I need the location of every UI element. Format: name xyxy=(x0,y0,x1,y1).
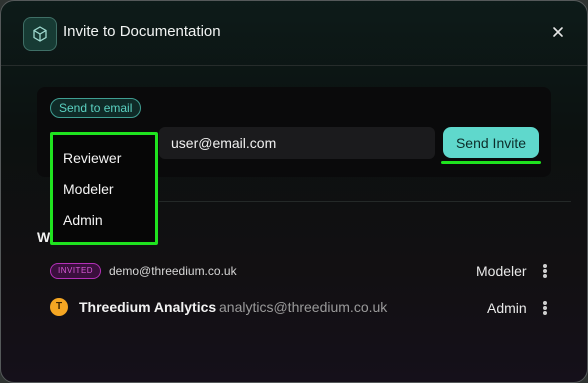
member-email: demo@threedium.co.uk xyxy=(109,264,237,278)
invited-badge: INVITED xyxy=(50,263,102,279)
invite-modal: Invite to Documentation Send to email Se… xyxy=(0,0,588,383)
modal-title: Invite to Documentation xyxy=(63,23,221,40)
more-options-icon[interactable] xyxy=(541,263,549,279)
close-icon[interactable] xyxy=(551,25,565,39)
member-email: analytics@threedium.co.uk xyxy=(219,299,388,315)
role-option-admin[interactable]: Admin xyxy=(63,212,103,228)
send-invite-highlight xyxy=(441,161,541,164)
member-role-select[interactable]: Modeler xyxy=(476,263,527,279)
section-divider xyxy=(159,201,571,202)
more-options-icon[interactable] xyxy=(541,300,549,316)
send-to-email-tag: Send to email xyxy=(50,98,142,118)
cube-icon xyxy=(23,17,57,51)
avatar: T xyxy=(50,298,68,316)
role-option-modeler[interactable]: Modeler xyxy=(63,181,114,197)
header-divider xyxy=(1,65,587,66)
send-invite-button[interactable]: Send Invite xyxy=(443,127,539,158)
member-role-select[interactable]: Admin xyxy=(487,300,527,316)
email-input[interactable] xyxy=(159,127,435,159)
role-dropdown-menu: Reviewer Modeler Admin xyxy=(50,132,158,245)
members-section-title: W xyxy=(37,229,51,245)
member-name: Threedium Analytics xyxy=(79,299,217,315)
role-option-reviewer[interactable]: Reviewer xyxy=(63,150,121,166)
